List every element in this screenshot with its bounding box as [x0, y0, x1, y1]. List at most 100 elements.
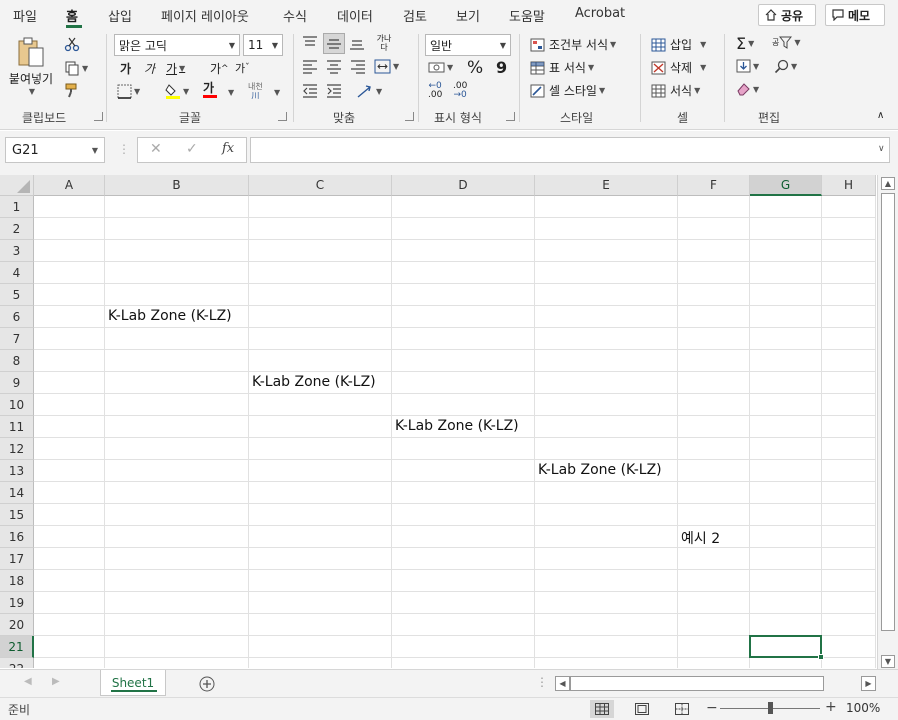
add-sheet-icon[interactable] [199, 676, 215, 692]
bold-button[interactable]: 가 [120, 60, 131, 77]
zoom-in-icon[interactable]: + [825, 699, 837, 715]
shrink-font-button[interactable]: 가 ˇ [235, 60, 250, 76]
tab-split-handle-icon[interactable]: ⋮ [536, 675, 548, 689]
scroll-right-icon[interactable]: ▶ [861, 676, 876, 691]
select-all-button[interactable] [0, 175, 34, 196]
conditional-formatting-button[interactable]: 조건부 서식 ▼ [530, 36, 616, 53]
format-as-table-button[interactable]: 표 서식 ▼ [530, 59, 594, 76]
find-select-button[interactable]: ▼ [774, 59, 797, 74]
align-middle-button[interactable] [323, 33, 345, 54]
row-header-22[interactable]: 22 [0, 658, 34, 668]
tab-insert[interactable]: 삽입 [108, 6, 132, 25]
number-format-select[interactable]: 일반 ▼ [425, 34, 511, 56]
name-box[interactable]: G21 ▼ [5, 137, 105, 163]
alignment-launcher-icon[interactable] [405, 112, 414, 121]
row-header-12[interactable]: 12 [0, 438, 34, 460]
decrease-indent-button[interactable] [302, 84, 318, 98]
tab-data[interactable]: 데이터 [337, 6, 373, 25]
tab-page-layout[interactable]: 페이지 레이아웃 [161, 6, 249, 25]
tab-help[interactable]: 도움말 [509, 6, 545, 25]
fill-handle[interactable] [818, 654, 824, 660]
autosum-button[interactable]: Σ ▼ [736, 34, 754, 53]
cell-d11[interactable]: K-Lab Zone (K-LZ) [395, 418, 519, 434]
fill-color-button[interactable]: ▼ [165, 82, 189, 100]
align-right-button[interactable] [350, 60, 366, 74]
scroll-up-icon[interactable]: ▲ [881, 177, 895, 190]
font-launcher-icon[interactable] [278, 112, 287, 121]
row-header-17[interactable]: 17 [0, 548, 34, 570]
row-header-9[interactable]: 9 [0, 372, 34, 394]
align-center-button[interactable] [326, 60, 342, 74]
row-header-4[interactable]: 4 [0, 262, 34, 284]
tab-review[interactable]: 검토 [403, 6, 427, 25]
drag-handle-icon[interactable]: ⋮ [118, 142, 130, 156]
column-header-e[interactable]: E [535, 175, 678, 196]
number-launcher-icon[interactable] [506, 112, 515, 121]
horizontal-scroll-thumb[interactable] [570, 676, 824, 691]
row-header-21[interactable]: 21 [0, 636, 34, 658]
tab-acrobat[interactable]: Acrobat [575, 6, 625, 21]
page-layout-view-button[interactable] [630, 700, 654, 718]
italic-button[interactable]: 가 [144, 60, 155, 77]
page-break-view-button[interactable] [670, 700, 694, 718]
row-header-2[interactable]: 2 [0, 218, 34, 240]
column-header-f[interactable]: F [678, 175, 750, 196]
row-header-19[interactable]: 19 [0, 592, 34, 614]
clipboard-launcher-icon[interactable] [94, 112, 103, 121]
row-header-18[interactable]: 18 [0, 570, 34, 592]
prev-sheet-icon[interactable]: ◀ [24, 676, 32, 687]
row-header-13[interactable]: 13 [0, 460, 34, 482]
percent-style-button[interactable]: % [467, 58, 483, 78]
merge-center-button[interactable]: ▼ [374, 59, 399, 74]
cell-f16[interactable]: 예시 2 [681, 528, 720, 548]
cell-styles-button[interactable]: 셀 스타일 ▼ [530, 82, 605, 99]
row-header-11[interactable]: 11 [0, 416, 34, 438]
phonetic-button[interactable]: 내천 川 [248, 82, 263, 100]
horizontal-scrollbar[interactable]: ◀ ▶ [555, 676, 877, 692]
share-button[interactable]: 공유 [758, 4, 816, 26]
formula-input[interactable] [250, 137, 890, 163]
comma-style-button[interactable]: 9 [496, 58, 507, 77]
borders-button[interactable]: ▼ [117, 84, 140, 99]
wrap-text-button[interactable]: 가나다 [374, 34, 394, 52]
insert-function-button[interactable]: fx [222, 141, 234, 156]
font-size-select[interactable]: 11 ▼ [243, 34, 283, 56]
align-bottom-button[interactable] [349, 36, 365, 50]
clear-button[interactable]: ▼ [736, 82, 759, 96]
column-header-d[interactable]: D [392, 175, 535, 196]
enter-check-icon[interactable]: ✓ [186, 141, 198, 157]
zoom-out-icon[interactable]: − [706, 700, 718, 716]
zoom-level[interactable]: 100% [846, 701, 880, 715]
insert-cells-button[interactable]: 삽입 ▼ [651, 36, 706, 53]
tab-file[interactable]: 파일 [13, 6, 37, 25]
font-color-dropdown-icon[interactable]: ▼ [228, 88, 234, 97]
sort-filter-button[interactable]: 공 ▼ [772, 36, 801, 49]
vertical-scroll-thumb[interactable] [881, 193, 895, 631]
row-header-16[interactable]: 16 [0, 526, 34, 548]
decrease-decimal-button[interactable]: .00 →0 [453, 82, 467, 100]
active-cell-selection[interactable] [749, 635, 824, 660]
row-header-20[interactable]: 20 [0, 614, 34, 636]
memo-button[interactable]: 메모 [825, 4, 885, 26]
orientation-button[interactable]: ▼ [356, 84, 382, 98]
accounting-format-button[interactable]: ▼ [428, 60, 453, 74]
delete-cells-button[interactable]: 삭제 ▼ [651, 59, 706, 76]
column-header-b[interactable]: B [105, 175, 249, 196]
column-header-h[interactable]: H [822, 175, 876, 196]
cell-b6[interactable]: K-Lab Zone (K-LZ) [108, 308, 232, 324]
sheet-tab-sheet1[interactable]: Sheet1 [100, 670, 166, 696]
expand-formula-bar-icon[interactable]: ∨ [878, 144, 885, 154]
row-header-10[interactable]: 10 [0, 394, 34, 416]
paste-button[interactable]: 붙여넣기 ▼ [8, 36, 54, 98]
row-header-1[interactable]: 1 [0, 196, 34, 218]
worksheet-grid[interactable]: ABCDEFGH 1 2 3 4 5 6 7 8 9 10 11 12 13 14 15 16 17 18 19 20… [0, 175, 876, 668]
cancel-icon[interactable]: ✕ [150, 141, 162, 157]
format-cells-button[interactable]: 서식 ▼ [651, 82, 700, 99]
row-header-5[interactable]: 5 [0, 284, 34, 306]
column-header-g[interactable]: G [750, 175, 822, 196]
collapse-ribbon-button[interactable]: ∧ [877, 110, 884, 121]
cell-e13[interactable]: K-Lab Zone (K-LZ) [538, 462, 662, 478]
scroll-left-icon[interactable]: ◀ [555, 676, 570, 691]
column-header-c[interactable]: C [249, 175, 392, 196]
column-header-a[interactable]: A [34, 175, 105, 196]
